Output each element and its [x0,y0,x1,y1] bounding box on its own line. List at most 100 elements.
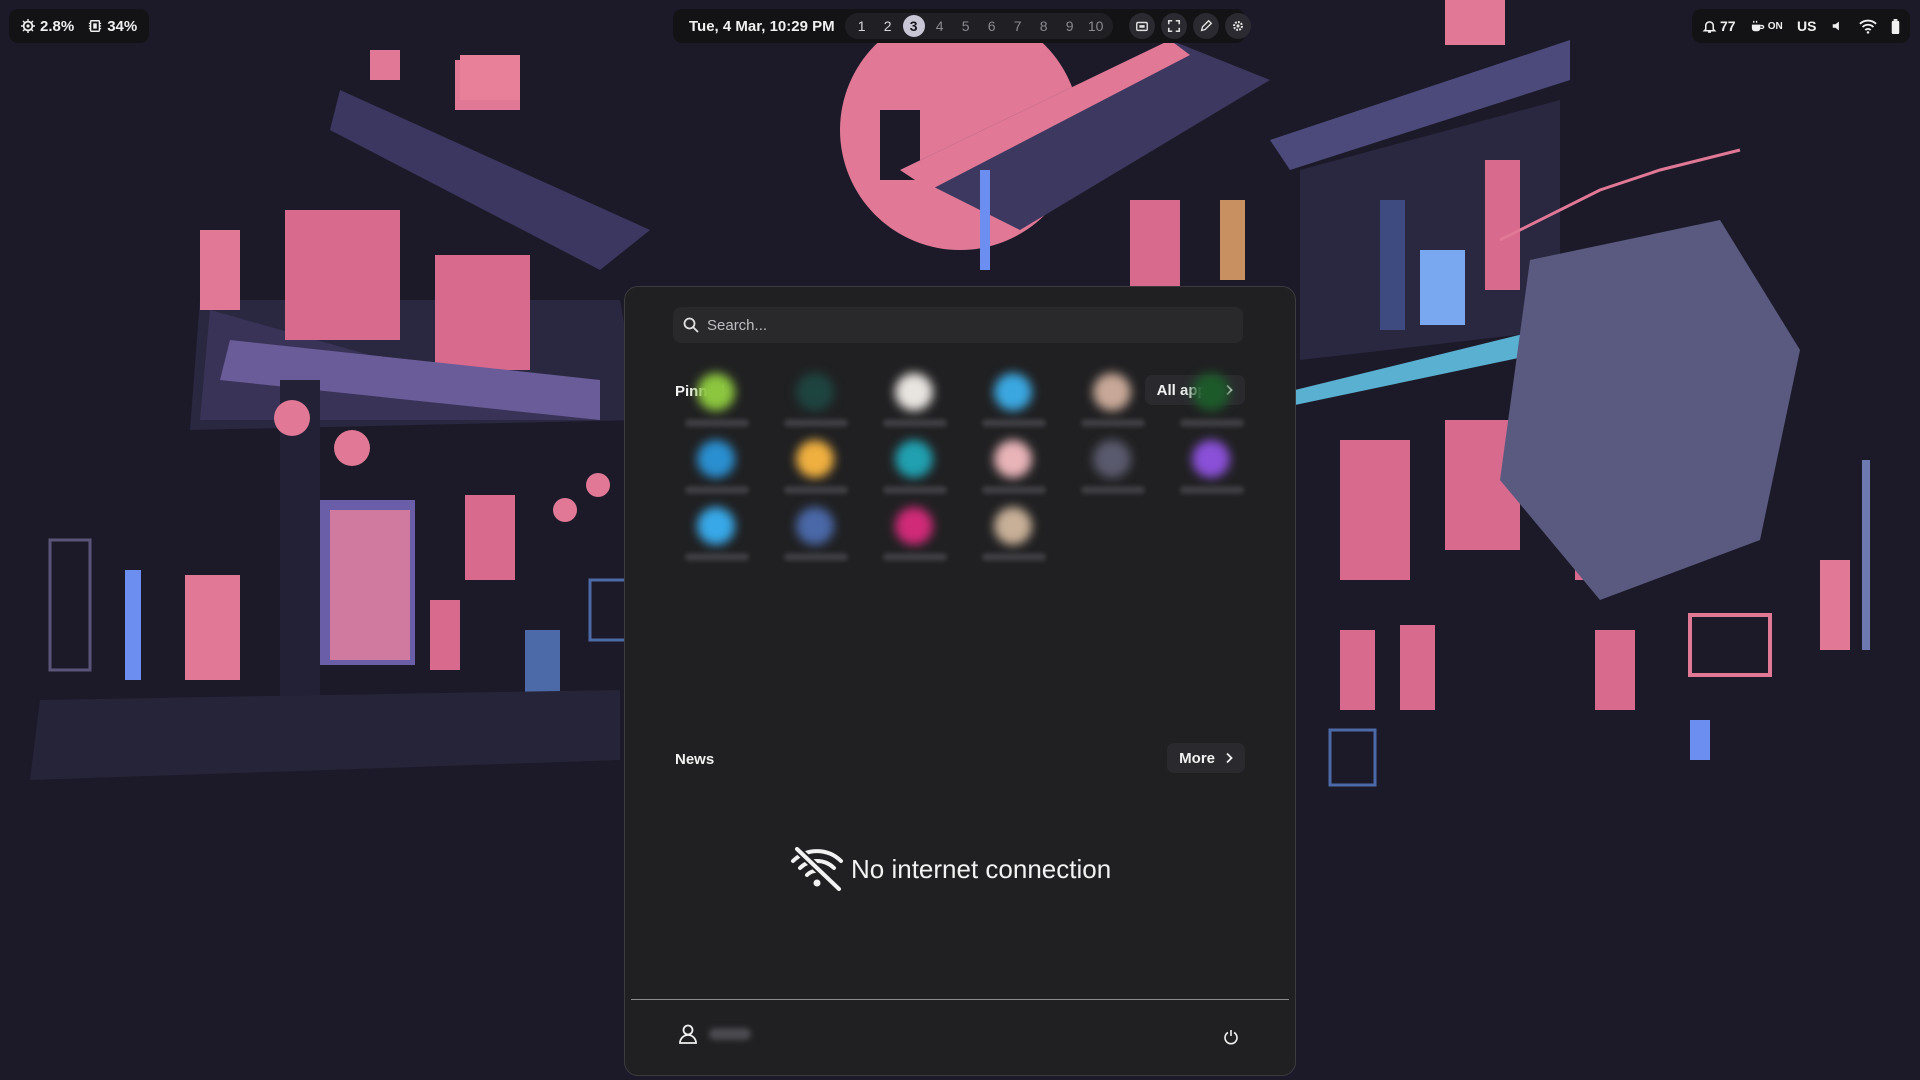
pen-icon [1200,19,1212,32]
workspace-10[interactable]: 10 [1083,13,1109,39]
wifi-off-icon [791,847,843,891]
username-blurred [709,1028,751,1040]
workspace-3[interactable]: 3 [902,15,925,37]
battery-icon[interactable] [1891,18,1900,34]
workspace-1[interactable]: 1 [849,13,875,39]
app-icon [1192,440,1230,478]
app-name-blurred [784,419,848,427]
app-icon [895,373,933,411]
pinned-app[interactable] [873,440,953,506]
power-button[interactable] [1219,1025,1243,1049]
app-icon [895,507,933,545]
app-icon [697,373,735,411]
pinned-app[interactable] [774,440,854,506]
volume-icon[interactable] [1831,19,1845,33]
app-icon [796,373,834,411]
search-bar[interactable] [673,307,1243,343]
app-name-blurred [982,553,1046,561]
crop-icon [1167,19,1180,33]
pinned-app[interactable] [774,373,854,439]
pinned-app[interactable] [972,507,1052,573]
status-pill[interactable]: 77 ON US [1692,9,1910,43]
chevron-right-icon [1226,752,1233,764]
workspace-4[interactable]: 4 [927,13,953,39]
workspace-8[interactable]: 8 [1031,13,1057,39]
app-name-blurred [883,419,947,427]
memory-usage: 34% [88,18,137,35]
app-name-blurred [784,486,848,494]
app-icon [796,507,834,545]
app-name-blurred [883,486,947,494]
workspace-switcher: 1 2 3 4 5 6 7 8 9 10 [844,13,1113,39]
caffeine-indicator[interactable]: ON [1750,19,1783,34]
pinned-app[interactable] [873,373,953,439]
pinned-app[interactable] [1071,373,1151,439]
workspace-5[interactable]: 5 [953,13,979,39]
cpu-value: 2.8% [40,17,75,35]
app-name-blurred [982,419,1046,427]
system-stats-pill[interactable]: 2.8% 34% [9,9,150,43]
no-internet-message: No internet connection [789,847,1111,891]
app-icon [697,507,735,545]
app-name-blurred [883,553,947,561]
pinned-app[interactable] [873,507,953,573]
app-icon [697,440,735,478]
app-name-blurred [1180,486,1244,494]
user-account[interactable] [677,1023,751,1045]
pinned-app[interactable] [1071,440,1151,506]
workspace-2[interactable]: 2 [875,13,901,39]
keyboard-layout[interactable]: US [1797,18,1816,34]
bell-icon [1702,20,1717,33]
center-bar-pill: Tue, 4 Mar, 10:29 PM 1 2 3 4 5 6 7 8 9 10 [673,9,1251,43]
app-name-blurred [685,419,749,427]
pinned-app[interactable] [675,507,755,573]
wifi-icon[interactable] [1859,19,1877,34]
power-icon [1224,1030,1238,1045]
gear-icon [1232,21,1243,31]
clock[interactable]: Tue, 4 Mar, 10:29 PM [681,18,845,35]
more-news-button[interactable]: More [1167,743,1245,773]
pinned-app[interactable] [675,373,755,439]
pinned-app[interactable] [675,440,755,506]
region-select-button[interactable] [1160,13,1187,39]
app-icon [994,440,1032,478]
notification-indicator[interactable]: 77 [1702,18,1736,34]
app-icon [1093,440,1131,478]
app-name-blurred [1081,486,1145,494]
user-icon [679,1024,697,1044]
notification-count: 77 [1720,18,1736,34]
quick-tools [1128,13,1251,39]
screenshot-button[interactable] [1128,13,1155,39]
memory-value: 34% [107,17,138,35]
memory-icon [89,20,102,32]
pinned-app[interactable] [1170,440,1250,506]
workspace-7[interactable]: 7 [1005,13,1031,39]
app-name-blurred [685,486,749,494]
pinned-apps-grid [675,373,1259,613]
pinned-app[interactable] [972,440,1052,506]
app-name-blurred [982,486,1046,494]
search-icon [683,317,699,333]
no-internet-text: No internet connection [851,853,1112,884]
pinned-app[interactable] [1170,373,1250,439]
search-input[interactable] [707,316,1227,334]
app-icon [895,440,933,478]
app-icon [1192,373,1230,411]
color-picker-button[interactable] [1192,13,1219,39]
screenshot-icon [1135,21,1148,32]
workspace-9[interactable]: 9 [1057,13,1083,39]
app-name-blurred [1180,419,1244,427]
pinned-app[interactable] [774,507,854,573]
app-icon [994,507,1032,545]
app-name-blurred [1081,419,1145,427]
news-title: News [675,751,715,768]
cpu-usage: 2.8% [21,18,74,35]
workspace-6[interactable]: 6 [979,13,1005,39]
footer-divider [631,999,1289,1000]
pinned-app[interactable] [972,373,1052,439]
caffeine-state: ON [1767,20,1783,32]
app-name-blurred [784,553,848,561]
settings-button[interactable] [1224,13,1251,39]
app-launcher-panel: Pinned All apps News More No internet co… [624,286,1296,1076]
app-name-blurred [685,553,749,561]
